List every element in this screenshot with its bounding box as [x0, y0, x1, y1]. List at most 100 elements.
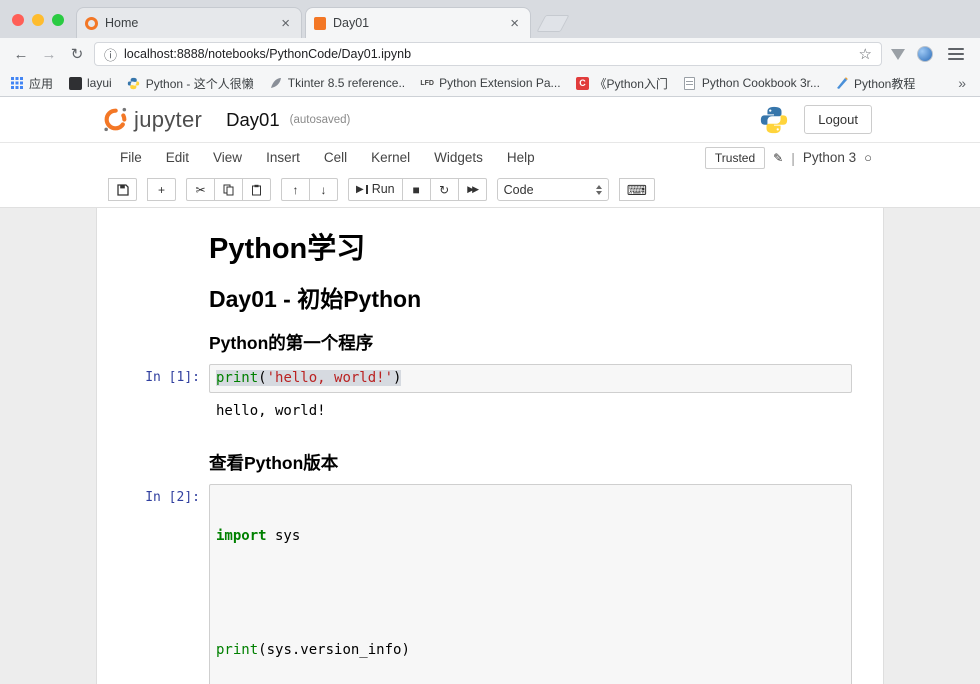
code-token: 'hello, world!': [267, 370, 393, 386]
paste-cell-button[interactable]: [242, 178, 271, 201]
python-logo-icon: [127, 76, 141, 90]
bookmark-label: Python Cookbook 3r...: [702, 76, 820, 90]
cut-cell-button[interactable]: ✂: [186, 178, 215, 201]
bookmark-tutorial[interactable]: Python教程: [835, 75, 915, 92]
tab-home-close-icon[interactable]: ×: [278, 16, 293, 31]
selected-code-text: print('hello, world!'): [216, 370, 401, 386]
bookmark-label: Python教程: [854, 75, 915, 92]
restart-run-all-button[interactable]: ▶▶: [458, 178, 487, 201]
output-prompt-empty: [97, 397, 209, 423]
markdown-cell-h3a[interactable]: Python的第一个程序: [97, 319, 883, 360]
trusted-badge[interactable]: Trusted: [705, 147, 765, 169]
url-text: localhost:8888/notebooks/PythonCode/Day0…: [124, 47, 852, 61]
new-tab-button[interactable]: [536, 15, 569, 32]
bookmark-star-icon[interactable]: ☆: [859, 45, 872, 63]
code-editor-1[interactable]: print('hello, world!'): [209, 364, 852, 393]
tab-day01-close-icon[interactable]: ×: [507, 16, 522, 31]
code-token: (: [258, 370, 266, 386]
address-bar[interactable]: ⓘ localhost:8888/notebooks/PythonCode/Da…: [94, 42, 882, 66]
menu-view[interactable]: View: [201, 146, 254, 169]
extension-triangle-icon[interactable]: [891, 49, 905, 60]
bookmark-tkinter[interactable]: Tkinter 8.5 reference..: [269, 76, 405, 90]
notebook-title[interactable]: Day01: [226, 109, 279, 131]
markdown-cell-h3b[interactable]: 查看Python版本: [97, 439, 883, 480]
bookmark-cookbook[interactable]: Python Cookbook 3r...: [683, 76, 820, 90]
apps-grid-icon: [10, 76, 24, 90]
python-header-logo-icon: [759, 105, 789, 135]
fullscreen-window-button[interactable]: [52, 14, 64, 26]
jupyter-logo[interactable]: jupyter: [102, 106, 202, 133]
bookmark-python-blog[interactable]: Python - 这个人很懒: [127, 75, 254, 92]
menu-cell[interactable]: Cell: [312, 146, 359, 169]
tab-day01-title: Day01: [333, 16, 507, 30]
add-cell-button[interactable]: +: [147, 178, 176, 201]
bookmark-csdn[interactable]: C 《Python入门: [576, 75, 668, 92]
menu-file[interactable]: File: [108, 146, 154, 169]
command-palette-button[interactable]: ⌨: [619, 178, 655, 201]
menu-kernel[interactable]: Kernel: [359, 146, 422, 169]
checkpoint-status: (autosaved): [290, 114, 351, 126]
notebook-scroll-area[interactable]: Python学习 Day01 - 初始Python Python的第一个程序 I…: [0, 208, 980, 684]
menu-widgets[interactable]: Widgets: [422, 146, 495, 169]
back-icon[interactable]: ←: [10, 47, 32, 62]
markdown-cell-h2[interactable]: Day01 - 初始Python: [97, 272, 883, 319]
browser-menu-icon[interactable]: [948, 48, 964, 60]
save-button[interactable]: [108, 178, 137, 201]
bookmark-label: layui: [87, 76, 112, 90]
bookmarks-overflow-icon[interactable]: »: [954, 75, 970, 91]
code-token: (sys.version_info): [258, 642, 410, 658]
copy-icon: [223, 184, 234, 196]
lfd-icon: LFD: [420, 76, 434, 90]
kernel-name: Python 3: [803, 150, 856, 165]
tab-day01[interactable]: Day01 ×: [305, 7, 531, 38]
code-editor-2[interactable]: import sys print(sys.version_info) print…: [209, 484, 852, 684]
site-info-icon[interactable]: ⓘ: [104, 45, 117, 64]
menu-insert[interactable]: Insert: [254, 146, 312, 169]
interrupt-kernel-button[interactable]: ■: [402, 178, 431, 201]
save-floppy-icon: [117, 184, 129, 196]
bookmark-apps[interactable]: 应用: [10, 75, 53, 92]
notebook-page: Python学习 Day01 - 初始Python Python的第一个程序 I…: [96, 208, 884, 684]
move-cell-up-button[interactable]: ↑: [281, 178, 310, 201]
cell-type-value: Code: [504, 183, 534, 197]
menubar-right: Trusted ✎ | Python 3 ○: [705, 147, 872, 169]
copy-cell-button[interactable]: [214, 178, 243, 201]
code-cell-1[interactable]: In [1]: print('hello, world!'): [97, 360, 883, 397]
code-token: print: [216, 642, 258, 658]
cell-prompt-empty: [97, 276, 209, 315]
run-button[interactable]: ▶Run: [348, 178, 403, 201]
code-cell-2[interactable]: In [2]: import sys print(sys.version_inf…: [97, 480, 883, 684]
logout-button[interactable]: Logout: [804, 105, 872, 134]
bookmark-label: Python Extension Pa...: [439, 76, 560, 90]
code-token: ): [393, 370, 401, 386]
restart-kernel-button[interactable]: ↻: [430, 178, 459, 201]
code-token: sys: [267, 528, 301, 544]
menu-help[interactable]: Help: [495, 146, 547, 169]
notebook-toolbar: + ✂ ↑ ↓ ▶Run ■ ↻ ▶▶ Code ⌨: [0, 172, 980, 208]
edit-mode-pencil-icon: ✎: [773, 151, 783, 165]
close-window-button[interactable]: [12, 14, 24, 26]
notebook-heading-3a: Python的第一个程序: [209, 333, 852, 354]
forward-icon[interactable]: →: [38, 47, 60, 62]
markdown-cell-h1[interactable]: Python学习: [97, 224, 883, 272]
notebook-heading-1: Python学习: [209, 232, 852, 266]
input-prompt-2: In [2]:: [97, 484, 209, 684]
code-token: print: [216, 370, 258, 386]
jupyter-brand-text: jupyter: [134, 107, 202, 133]
reload-icon[interactable]: ↻: [66, 47, 88, 62]
menu-edit[interactable]: Edit: [154, 146, 201, 169]
cell-type-dropdown[interactable]: Code: [497, 178, 609, 201]
bookmark-lfd[interactable]: LFD Python Extension Pa...: [420, 76, 560, 90]
cell-prompt-empty: [97, 323, 209, 356]
bookmark-layui[interactable]: layui: [68, 76, 112, 90]
layui-icon: [68, 76, 82, 90]
menu-bar: File Edit View Insert Cell Kernel Widget…: [0, 142, 980, 172]
extension-globe-icon[interactable]: [917, 46, 933, 62]
minimize-window-button[interactable]: [32, 14, 44, 26]
bookmark-label: 应用: [29, 75, 53, 92]
tab-home[interactable]: Home ×: [76, 7, 302, 38]
input-prompt-1: In [1]:: [97, 364, 209, 393]
code-token: import: [216, 528, 267, 544]
move-cell-down-button[interactable]: ↓: [309, 178, 338, 201]
jupyter-favicon-icon: [85, 17, 98, 30]
